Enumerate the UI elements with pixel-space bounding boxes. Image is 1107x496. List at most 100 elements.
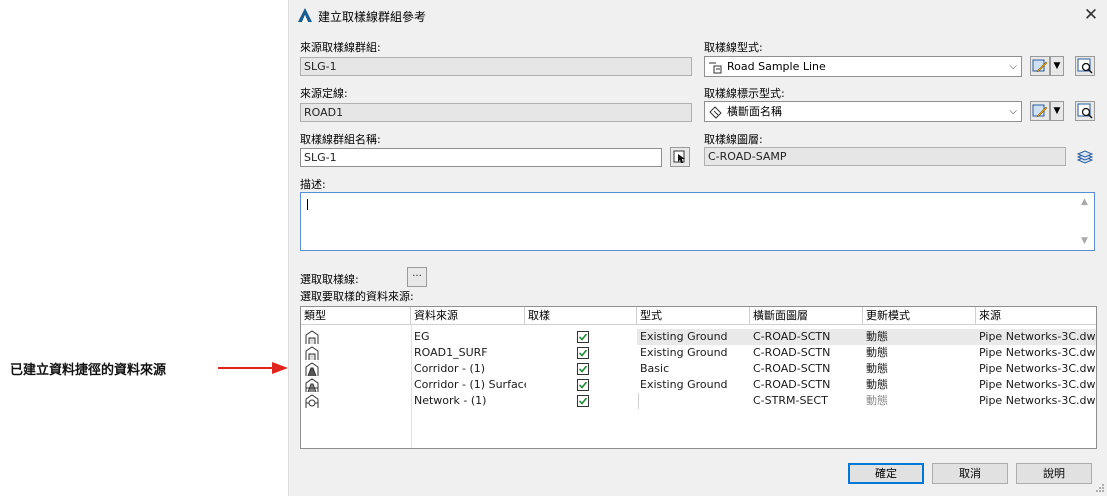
ellipsis-icon: ··· <box>412 271 422 282</box>
sample-line-style-icon <box>709 62 722 74</box>
table-header: 類型 資料來源 取樣 型式 橫斷面圖層 更新模式 來源 <box>301 307 1096 325</box>
surface-type-icon <box>305 330 319 344</box>
help-button[interactable]: 說明 <box>1016 463 1092 484</box>
table-row[interactable]: Network - (1) C-STRM-SECT 動態 Pipe Networ… <box>301 393 1096 409</box>
column-header-section-layer[interactable]: 橫斷面圖層 <box>750 307 863 324</box>
layers-icon <box>1076 150 1094 164</box>
cell-update-mode[interactable]: 動態 <box>864 329 976 345</box>
cell-data-source: Corridor - (1) Surface <box>414 378 526 391</box>
cell-section-layer[interactable]: C-ROAD-SCTN <box>751 361 863 377</box>
cell-style[interactable] <box>638 393 750 409</box>
cell-section-layer[interactable]: C-ROAD-SCTN <box>751 345 863 361</box>
data-source-table: 類型 資料來源 取樣 型式 橫斷面圖層 更新模式 來源 EG Existing … <box>300 306 1097 449</box>
description-label: 描述: <box>300 178 326 191</box>
description-scrollbar[interactable]: ▲ ▼ <box>1077 193 1094 250</box>
group-name-input[interactable]: SLG-1 <box>300 148 662 167</box>
name-template-button[interactable] <box>670 147 690 167</box>
cell-style[interactable]: Existing Ground <box>638 377 750 393</box>
close-icon: ✕ <box>1083 5 1099 25</box>
column-header-sample[interactable]: 取樣 <box>525 307 637 324</box>
cell-source: Pipe Networks-3C.dwg <box>979 394 1096 407</box>
create-sample-line-group-reference-dialog: 建立取樣線群組參考 ✕ 來源取樣線群組: SLG-1 來源定線: ROAD1 取… <box>288 0 1107 496</box>
cell-section-layer[interactable]: C-ROAD-SCTN <box>751 329 863 345</box>
table-row[interactable]: ROAD1_SURF Existing Ground C-ROAD-SCTN 動… <box>301 345 1096 361</box>
red-arrow-icon <box>218 362 288 374</box>
column-header-data-source[interactable]: 資料來源 <box>411 307 525 324</box>
pipe-network-type-icon <box>305 394 319 408</box>
edit-style-button[interactable] <box>1030 56 1050 76</box>
civil3d-app-icon <box>298 8 312 22</box>
cell-data-source: Network - (1) <box>414 394 487 407</box>
source-alignment-label: 來源定線: <box>300 87 348 100</box>
resize-grip-icon[interactable] <box>1095 483 1105 493</box>
layer-button[interactable] <box>1075 147 1095 167</box>
cell-data-source: ROAD1_SURF <box>414 346 488 359</box>
layer-label: 取樣線圖層: <box>704 133 763 146</box>
label-style-select[interactable]: 橫斷面名稱 ⌵ <box>704 101 1022 122</box>
check-icon <box>578 381 588 389</box>
sample-checkbox[interactable] <box>577 379 589 391</box>
scroll-up-icon: ▲ <box>1081 197 1088 207</box>
column-header-style[interactable]: 型式 <box>637 307 750 324</box>
cell-update-mode[interactable]: 動態 <box>864 345 976 361</box>
sample-checkbox[interactable] <box>577 395 589 407</box>
column-header-update-mode[interactable]: 更新模式 <box>863 307 976 324</box>
check-icon <box>578 333 588 341</box>
edit-style-dropdown[interactable]: ▼ <box>1050 56 1064 76</box>
preview-style-button[interactable] <box>1075 56 1095 76</box>
cell-data-source: EG <box>414 330 430 343</box>
check-icon <box>578 365 588 373</box>
column-header-type[interactable]: 類型 <box>301 307 411 324</box>
sample-checkbox[interactable] <box>577 363 589 375</box>
select-sample-lines-button[interactable]: ··· <box>407 267 427 287</box>
scroll-down-icon: ▼ <box>1081 236 1088 246</box>
close-button[interactable]: ✕ <box>1079 2 1103 28</box>
select-sample-lines-label: 選取取樣線: <box>300 273 359 286</box>
table-row[interactable]: EG Existing Ground C-ROAD-SCTN 動態 Pipe N… <box>301 329 1096 345</box>
annotation-callout: 已建立資料捷徑的資料來源 <box>10 357 288 379</box>
sample-checkbox[interactable] <box>577 347 589 359</box>
cell-source: Pipe Networks-3C.dwg <box>979 362 1096 375</box>
table-row[interactable]: Corridor - (1) Basic C-ROAD-SCTN 動態 Pipe… <box>301 361 1096 377</box>
label-style-icon <box>709 106 722 119</box>
cell-update-mode[interactable]: 動態 <box>864 377 976 393</box>
source-alignment-field: ROAD1 <box>300 103 692 122</box>
edit-label-style-button[interactable] <box>1030 101 1050 121</box>
surface-type-icon <box>305 346 319 360</box>
cell-data-source: Corridor - (1) <box>414 362 486 375</box>
table-row[interactable]: Corridor - (1) Surface Existing Ground C… <box>301 377 1096 393</box>
preview-label-style-button[interactable] <box>1075 101 1095 121</box>
cell-source: Pipe Networks-3C.dwg <box>979 346 1096 359</box>
check-icon <box>578 397 588 405</box>
description-textarea[interactable]: ▲ ▼ <box>300 192 1095 251</box>
sample-line-style-value: Road Sample Line <box>727 60 826 73</box>
edit-label-style-dropdown[interactable]: ▼ <box>1050 101 1064 121</box>
label-style-label: 取樣線標示型式: <box>704 87 785 100</box>
corridor-surface-type-icon <box>305 378 319 393</box>
annotation-text: 已建立資料捷徑的資料來源 <box>10 362 167 378</box>
cell-update-mode: 動態 <box>866 394 888 407</box>
cell-source: Pipe Networks-3C.dwg <box>979 378 1096 391</box>
column-header-source[interactable]: 來源 <box>976 307 1096 324</box>
cell-style[interactable]: Existing Ground <box>638 329 750 345</box>
cell-style[interactable]: Basic <box>638 361 750 377</box>
sample-line-style-label: 取樣線型式: <box>704 41 763 54</box>
ok-button[interactable]: 確定 <box>848 463 924 484</box>
chevron-down-icon: ⌵ <box>1009 106 1017 117</box>
cell-section-layer[interactable]: C-STRM-SECT <box>751 393 863 409</box>
cancel-button[interactable]: 取消 <box>932 463 1008 484</box>
sample-line-style-select[interactable]: Road Sample Line ⌵ <box>704 56 1022 77</box>
group-name-label: 取樣線群組名稱: <box>300 133 381 146</box>
cell-update-mode[interactable]: 動態 <box>864 361 976 377</box>
layer-field: C-ROAD-SAMP <box>704 147 1066 166</box>
source-group-label: 來源取樣線群組: <box>300 41 381 54</box>
preview-icon <box>1077 58 1093 74</box>
sample-checkbox[interactable] <box>577 331 589 343</box>
cell-section-layer[interactable]: C-ROAD-SCTN <box>751 377 863 393</box>
title-bar: 建立取樣線群組參考 ✕ <box>289 0 1107 30</box>
check-icon <box>578 349 588 357</box>
preview-icon <box>1077 103 1093 119</box>
label-style-value: 橫斷面名稱 <box>727 105 782 118</box>
cell-style[interactable]: Existing Ground <box>638 345 750 361</box>
source-group-field: SLG-1 <box>300 57 692 76</box>
